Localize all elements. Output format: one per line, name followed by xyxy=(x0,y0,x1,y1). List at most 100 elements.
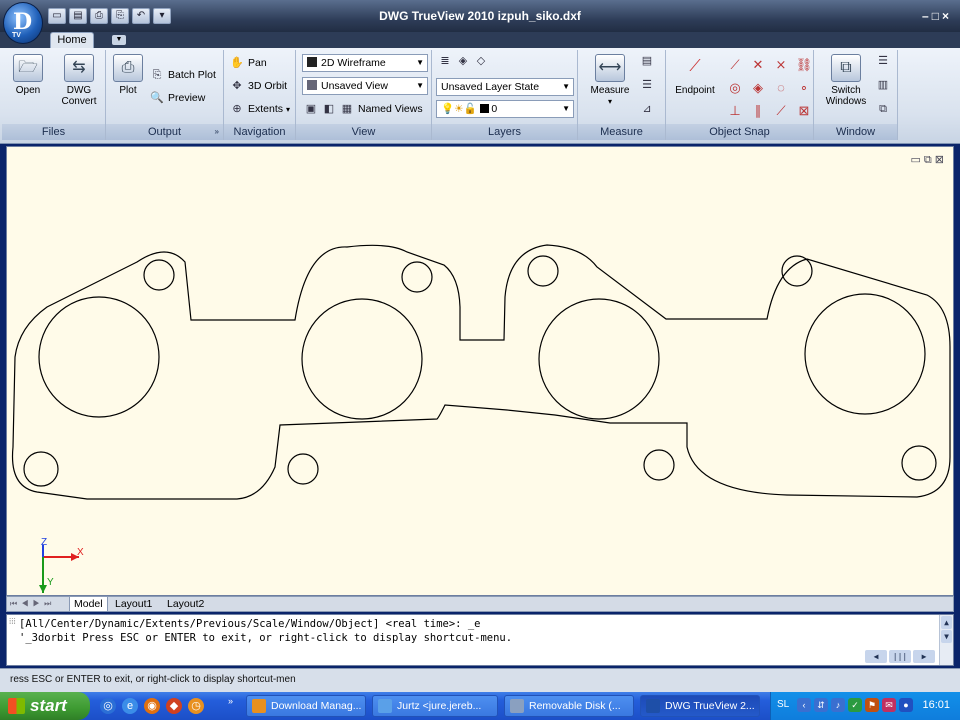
task-dwg-trueview[interactable]: DWG TrueView 2... xyxy=(640,695,760,717)
bolt-hole-8 xyxy=(901,445,937,481)
task-download-manager[interactable]: Download Manag... xyxy=(246,695,366,717)
plot-button[interactable]: ⎙ Plot xyxy=(110,54,146,96)
plot-label: Plot xyxy=(119,85,137,96)
layer-state-value: Unsaved Layer State xyxy=(441,81,540,93)
panel-launcher-icon[interactable]: » xyxy=(215,124,219,140)
batch-plot-button[interactable]: ⎘ Batch Plot xyxy=(150,68,216,82)
port-hole-2 xyxy=(301,298,423,420)
tile-vertical-button[interactable]: ▥ xyxy=(876,78,894,92)
pan-button[interactable]: ✋ Pan xyxy=(230,56,267,70)
output-label-text: Output xyxy=(147,126,182,138)
visual-style-select[interactable]: 2D Wireframe ▼ xyxy=(302,54,428,72)
close-icon[interactable]: × xyxy=(942,9,952,23)
node-snap-icon[interactable]: ∘ xyxy=(793,77,815,99)
restore-icon[interactable]: □ xyxy=(932,9,942,23)
mail-icon xyxy=(378,699,392,713)
center-snap-icon[interactable]: ◎ xyxy=(724,77,746,99)
start-button[interactable]: start xyxy=(0,692,90,720)
output-panel-label[interactable]: Output » xyxy=(106,124,223,140)
clock-app-icon[interactable]: ◷ xyxy=(188,698,204,714)
switch-windows-button[interactable]: ⧉ Switch Windows xyxy=(818,54,874,107)
scroll-down-icon[interactable]: ▼ xyxy=(941,630,952,643)
drawing-canvas[interactable]: ▭⧉⊠ X Y Z xyxy=(6,146,954,596)
command-line[interactable]: ⁞⁞⁞ [All/Center/Dynamic/Extents/Previous… xyxy=(6,614,954,666)
scroll-right-icon[interactable]: ▶ xyxy=(913,650,935,663)
navigation-panel-label: Navigation xyxy=(224,124,295,140)
show-desktop-icon[interactable]: ◎ xyxy=(100,698,116,714)
title-bar: D TV ▭ ▤ ⎙ ⎘ ↶ ▾ DWG TrueView 2010 izpuh… xyxy=(0,0,960,44)
layer-state-select[interactable]: Unsaved Layer State ▼ xyxy=(436,78,574,96)
status-text: ress ESC or ENTER to exit, or right-clic… xyxy=(10,674,296,685)
layer-state-icon[interactable]: ◈ xyxy=(456,54,470,68)
layout-nav-arrows[interactable]: ⏮ ◀ ▶ ⏭ xyxy=(10,599,52,609)
scroll-thumb[interactable]: ||| xyxy=(889,650,911,663)
tile-vertical-icon: ▥ xyxy=(877,79,889,92)
minimize-icon[interactable]: – xyxy=(922,9,932,23)
chevron-right-icon[interactable]: » xyxy=(228,696,233,706)
tile-horizontal-icon: ☰ xyxy=(878,55,888,68)
open-button[interactable]: 🗁 Open xyxy=(8,54,48,96)
minimize-ribbon-icon[interactable]: ▼ xyxy=(112,35,126,45)
ribbon-tab-strip: Home ▼ xyxy=(0,32,960,49)
app-quick-icon[interactable]: ◆ xyxy=(166,698,182,714)
chevron-down-icon: ▾ xyxy=(607,97,612,106)
security-icon[interactable]: ✓ xyxy=(848,698,862,712)
application-menu-button[interactable]: D TV xyxy=(3,2,43,44)
grip-icon[interactable]: ⁞⁞⁞ xyxy=(9,615,16,629)
messenger-icon[interactable]: ✉ xyxy=(882,698,896,712)
intersection-snap-icon[interactable]: ✕ xyxy=(747,54,769,76)
volume-icon[interactable]: ♪ xyxy=(831,698,845,712)
current-layer-select[interactable]: 💡☀🔓 0 ▼ xyxy=(436,100,574,118)
switch-windows-label: Switch Windows xyxy=(825,85,867,107)
ucs-z-label: Z xyxy=(41,537,47,548)
navigation-panel: ✋ Pan ✥ 3D Orbit ⊕ Extents ▾ Navigation xyxy=(224,50,296,140)
tile-horizontal-button[interactable]: ☰ xyxy=(876,54,894,68)
parallel-snap-icon[interactable]: ∥ xyxy=(747,100,769,122)
named-view-select[interactable]: Unsaved View ▼ xyxy=(302,77,428,95)
named-views-label: Named Views xyxy=(358,103,423,115)
preview-icon: 🔍 xyxy=(150,92,164,105)
extents-button[interactable]: ⊕ Extents ▾ xyxy=(230,102,290,117)
tab-layout2[interactable]: Layout2 xyxy=(163,597,208,611)
antivirus-icon[interactable]: ● xyxy=(899,698,913,712)
firefox-icon[interactable]: ◉ xyxy=(144,698,160,714)
named-views-button[interactable]: ▣ ◧ ▦ Named Views xyxy=(304,102,423,116)
task-removable-disk[interactable]: Removable Disk (... xyxy=(504,695,634,717)
task-email[interactable]: Jurtz <jure.jereb... xyxy=(372,695,498,717)
perpendicular-snap-icon[interactable]: ⊥ xyxy=(724,100,746,122)
tray-back-icon[interactable]: ‹ xyxy=(797,698,811,712)
preview-button[interactable]: 🔍 Preview xyxy=(150,91,205,105)
locate-point-button[interactable]: ⊿ xyxy=(640,102,658,116)
update-icon[interactable]: ⚑ xyxy=(865,698,879,712)
tangent-snap-icon[interactable]: ◌ xyxy=(770,77,792,99)
3d-orbit-button[interactable]: ✥ 3D Orbit xyxy=(230,79,287,93)
bolt-hole-7 xyxy=(643,449,675,481)
cascade-button[interactable]: ⧉ xyxy=(876,102,894,116)
view-panel-label: View xyxy=(296,124,431,140)
apparent-intersection-icon[interactable]: ⨯ xyxy=(770,54,792,76)
command-scrollbar[interactable]: ▲ ▼ xyxy=(939,615,953,665)
scroll-up-icon[interactable]: ▲ xyxy=(941,616,952,629)
id-point-button[interactable]: ☰ xyxy=(640,78,658,92)
layer-previous-icon[interactable]: ◇ xyxy=(474,54,488,68)
quadrant-snap-icon[interactable]: ◈ xyxy=(747,77,769,99)
measure-button[interactable]: ⟷ Measure ▾ xyxy=(584,54,636,107)
scroll-left-icon[interactable]: ◀ xyxy=(865,650,887,663)
clear-snap-icon[interactable]: ⊠ xyxy=(793,100,815,122)
network-icon[interactable]: ⇵ xyxy=(814,698,828,712)
list-button[interactable]: ▤ xyxy=(640,54,658,68)
command-hscroll[interactable]: ◀ ||| ▶ xyxy=(865,650,935,663)
dwg-convert-button[interactable]: ⇆ DWG Convert xyxy=(56,54,102,107)
endpoint-button[interactable]: ⟋ Endpoint xyxy=(670,54,720,96)
start-label: start xyxy=(30,696,67,715)
extension-snap-icon[interactable]: ⛓ xyxy=(793,54,815,76)
internet-explorer-icon[interactable]: e xyxy=(122,698,138,714)
layer-properties-icon[interactable]: ≣ xyxy=(438,54,452,68)
midpoint-snap-icon[interactable]: ⟋ xyxy=(724,54,746,76)
language-indicator[interactable]: SL xyxy=(777,699,789,710)
tab-model[interactable]: Model xyxy=(69,597,108,612)
object-snap-panel-label: Object Snap xyxy=(666,124,813,140)
tab-layout1[interactable]: Layout1 xyxy=(111,597,156,611)
nearest-snap-icon[interactable]: ⟋ xyxy=(770,100,792,122)
tab-home[interactable]: Home xyxy=(50,32,94,49)
